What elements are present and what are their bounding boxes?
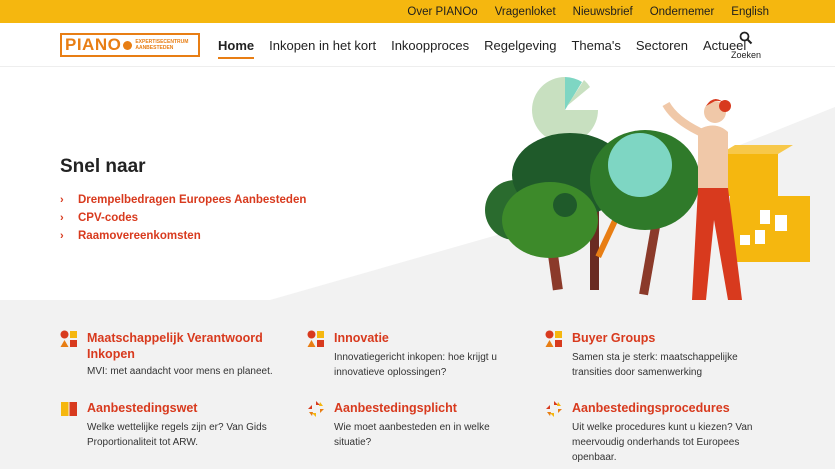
nav-item-inkopen-in-het-kort[interactable]: Inkopen in het kort (269, 38, 376, 53)
search-icon (739, 31, 753, 45)
utility-link-english[interactable]: English (731, 6, 769, 18)
cycle-icon (546, 401, 562, 417)
quick-links-list: › Drempelbedragen Europees Aanbesteden ›… (60, 191, 306, 245)
quick-link-label: Drempelbedragen Europees Aanbesteden (78, 194, 307, 206)
theme-card-description: Welke wettelijke regels zijn er? Van Gid… (87, 422, 267, 448)
theme-card-description: Innovatiegericht inkopen: hoe krijgt u i… (334, 352, 497, 378)
theme-card-description: Wie moet aanbesteden en in welke situati… (334, 422, 490, 448)
quick-link-label: Raamovereenkomsten (78, 230, 201, 242)
shapes-icon (545, 330, 562, 347)
quick-link-cpv-codes[interactable]: › CPV-codes (60, 209, 306, 227)
theme-card-title: Aanbestedingsplicht (334, 401, 457, 415)
shapes-icon (307, 330, 324, 347)
quick-link-drempelbedragen[interactable]: › Drempelbedragen Europees Aanbesteden (60, 191, 306, 209)
quick-link-label: CPV-codes (78, 212, 139, 224)
quick-link-raamovereenkomsten[interactable]: › Raamovereenkomsten (60, 227, 306, 245)
main-header: PIANO EXPERTISECENTRUM AANBESTEDEN Home … (0, 23, 835, 67)
quick-links-title: Snel naar (60, 156, 146, 177)
theme-card-innovatie[interactable]: Innovatie Innovatiegericht inkopen: hoe … (307, 330, 522, 380)
theme-card-title: Maatschappelijk Verantwoord Inkopen (87, 331, 263, 361)
theme-card-buyer-groups[interactable]: Buyer Groups Samen sta je sterk: maatsch… (545, 330, 780, 380)
logo-word: PIANO (65, 35, 122, 54)
pie-chart-graphic (532, 77, 598, 143)
utility-link-over-pianoo[interactable]: Over PIANOo (407, 6, 477, 18)
theme-card-description: Uit welke procedures kunt u kiezen? Van … (572, 422, 753, 463)
theme-card-aanbestedingsprocedures[interactable]: Aanbestedingsprocedures Uit welke proced… (545, 400, 780, 465)
utility-link-vragenloket[interactable]: Vragenloket (495, 6, 556, 18)
shapes-icon (60, 330, 77, 347)
theme-card-header[interactable]: Aanbestedingsplicht (307, 400, 522, 418)
theme-card-description: Samen sta je sterk: maatschappelijke tra… (572, 352, 738, 378)
cycle-icon (308, 401, 324, 417)
main-nav: Home Inkopen in het kort Inkoopproces Re… (218, 38, 746, 59)
chevron-right-icon: › (60, 212, 64, 224)
hero-illustration (485, 77, 810, 300)
theme-card-header[interactable]: Buyer Groups (545, 330, 780, 348)
theme-card-aanbestedingswet[interactable]: Aanbestedingswet Welke wettelijke regels… (60, 400, 295, 450)
logo-subtitle: EXPERTISECENTRUM AANBESTEDEN (135, 39, 189, 51)
utility-bar: Over PIANOo Vragenloket Nieuwsbrief Onde… (0, 0, 835, 23)
pianoo-logo[interactable]: PIANO EXPERTISECENTRUM AANBESTEDEN (60, 33, 200, 57)
utility-links: Over PIANOo Vragenloket Nieuwsbrief Onde… (407, 0, 769, 23)
chevron-right-icon: › (60, 230, 64, 242)
theme-card-title: Buyer Groups (572, 331, 656, 345)
search-button[interactable]: Zoeken (730, 31, 762, 60)
theme-card-title: Aanbestedingsprocedures (572, 401, 730, 415)
nav-item-themas[interactable]: Thema's (571, 38, 620, 53)
book-icon (61, 402, 77, 416)
nav-item-regelgeving[interactable]: Regelgeving (484, 38, 556, 53)
theme-card-header[interactable]: Innovatie (307, 330, 522, 348)
theme-card-title: Innovatie (334, 331, 389, 345)
nav-item-inkoopproces[interactable]: Inkoopproces (391, 38, 469, 53)
theme-card-title: Aanbestedingswet (87, 401, 198, 415)
theme-card-header[interactable]: Aanbestedingsprocedures (545, 400, 780, 418)
nav-item-home[interactable]: Home (218, 38, 255, 59)
utility-link-ondernemer[interactable]: Ondernemer (650, 6, 715, 18)
theme-card-header[interactable]: Aanbestedingswet (60, 400, 295, 418)
theme-card-description: MVI: met aandacht voor mens en planeet. (87, 366, 273, 377)
logo-dot (123, 40, 133, 50)
theme-card-mvi[interactable]: Maatschappelijk Verantwoord Inkopen MVI:… (60, 330, 295, 379)
chevron-right-icon: › (60, 194, 64, 206)
utility-link-nieuwsbrief[interactable]: Nieuwsbrief (573, 6, 633, 18)
theme-card-header[interactable]: Maatschappelijk Verantwoord Inkopen (60, 330, 295, 362)
search-label: Zoeken (730, 50, 762, 60)
nav-item-sectoren[interactable]: Sectoren (636, 38, 688, 53)
theme-card-aanbestedingsplicht[interactable]: Aanbestedingsplicht Wie moet aanbesteden… (307, 400, 522, 450)
